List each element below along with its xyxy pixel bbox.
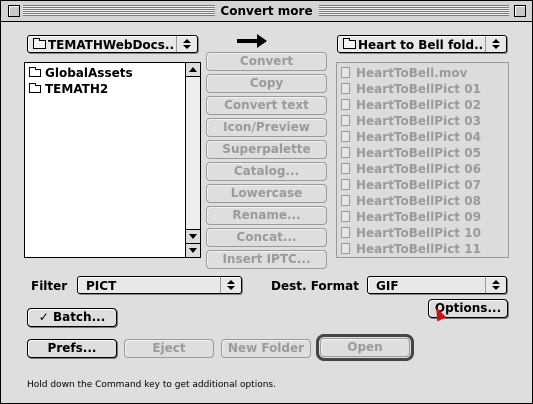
- hint-text: Hold down the Command key to get additio…: [27, 380, 276, 390]
- catalog-button[interactable]: Catalog...: [206, 162, 327, 181]
- list-item-label: HeartToBellPict 04: [356, 130, 481, 144]
- dest-folder-label: Heart to Bell fold...: [358, 38, 484, 52]
- list-item-label: HeartToBellPict 06: [356, 162, 481, 176]
- chevron-updown-icon: [485, 277, 506, 293]
- convert-text-button[interactable]: Convert text: [206, 96, 327, 115]
- icon-preview-button[interactable]: Icon/Preview: [206, 118, 327, 137]
- document-icon: [341, 99, 350, 110]
- concat-button[interactable]: Concat...: [206, 228, 327, 247]
- document-icon: [341, 147, 350, 158]
- filter-popup[interactable]: PICT: [77, 276, 242, 294]
- list-item-label: HeartToBellPict 03: [356, 114, 481, 128]
- dest-folder-popup[interactable]: Heart to Bell fold...: [337, 35, 507, 53]
- source-folder-popup[interactable]: TEMATHWebDocs...: [27, 35, 198, 53]
- filter-label: Filter: [31, 279, 68, 293]
- rename-button[interactable]: Rename...: [206, 206, 327, 225]
- scroll-up-arrow-icon[interactable]: [186, 63, 200, 77]
- list-item-label: HeartToBell.mov: [356, 66, 468, 80]
- list-item-label: TEMATH2: [45, 82, 109, 96]
- list-item-label: HeartToBellPict 08: [356, 194, 481, 208]
- filter-value: PICT: [86, 279, 117, 293]
- list-item[interactable]: GlobalAssets: [27, 65, 183, 81]
- document-icon: [341, 67, 350, 78]
- open-button[interactable]: Open: [316, 334, 414, 361]
- document-icon: [341, 227, 350, 238]
- folder-icon: [29, 67, 41, 77]
- collapse-box[interactable]: [514, 5, 526, 17]
- source-file-list[interactable]: GlobalAssets TEMATH2: [24, 62, 201, 258]
- lowercase-button[interactable]: Lowercase: [206, 184, 327, 203]
- copy-button[interactable]: Copy: [206, 74, 327, 93]
- scroll-up-arrow-icon[interactable]: [186, 229, 200, 243]
- list-item-label: HeartToBellPict 11: [356, 242, 481, 256]
- convert-more-window: Convert more TEMATHWebDocs... Heart to B…: [0, 0, 533, 404]
- superpalette-button[interactable]: Superpalette: [206, 140, 327, 159]
- source-folder-label: TEMATHWebDocs...: [48, 38, 175, 52]
- document-icon: [341, 131, 350, 142]
- source-list-scrollbar[interactable]: [185, 63, 200, 257]
- dest-format-label: Dest. Format: [271, 279, 359, 293]
- document-icon: [341, 83, 350, 94]
- folder-icon: [343, 38, 356, 49]
- list-item-label: HeartToBellPict 01: [356, 82, 481, 96]
- list-item-label: GlobalAssets: [45, 66, 133, 80]
- dest-format-value: GIF: [376, 279, 399, 293]
- eject-button[interactable]: Eject: [124, 339, 214, 358]
- folder-icon: [33, 38, 46, 49]
- convert-button[interactable]: Convert: [206, 52, 327, 71]
- list-item[interactable]: TEMATH2: [27, 81, 183, 97]
- list-item-label: HeartToBellPict 07: [356, 178, 481, 192]
- new-folder-button[interactable]: New Folder: [221, 339, 311, 358]
- close-box[interactable]: [8, 5, 20, 17]
- folder-icon: [29, 83, 41, 93]
- list-item-label: HeartToBellPict 09: [356, 210, 481, 224]
- document-icon: [341, 195, 350, 206]
- batch-checkbox-button[interactable]: ✓ Batch...: [27, 308, 117, 327]
- right-arrow-icon: [237, 34, 269, 48]
- list-item-label: HeartToBellPict 10: [356, 226, 481, 240]
- document-icon: [341, 115, 350, 126]
- dest-file-list[interactable]: HeartToBell.mov HeartToBellPict 01 Heart…: [336, 62, 509, 258]
- document-icon: [341, 211, 350, 222]
- scroll-down-arrow-icon[interactable]: [186, 243, 200, 257]
- window-title: Convert more: [214, 3, 319, 19]
- chevron-updown-icon: [176, 36, 197, 52]
- insert-iptc-button[interactable]: Insert IPTC...: [206, 250, 327, 269]
- document-icon: [341, 243, 350, 254]
- document-icon: [341, 179, 350, 190]
- prefs-button[interactable]: Prefs...: [27, 339, 117, 358]
- title-bar[interactable]: Convert more: [1, 1, 532, 22]
- list-item-label: HeartToBellPict 05: [356, 146, 481, 160]
- dest-format-popup[interactable]: GIF: [367, 276, 507, 294]
- chevron-updown-icon: [220, 277, 241, 293]
- chevron-updown-icon: [485, 36, 506, 52]
- document-icon: [341, 163, 350, 174]
- list-item-label: HeartToBellPict 02: [356, 98, 481, 112]
